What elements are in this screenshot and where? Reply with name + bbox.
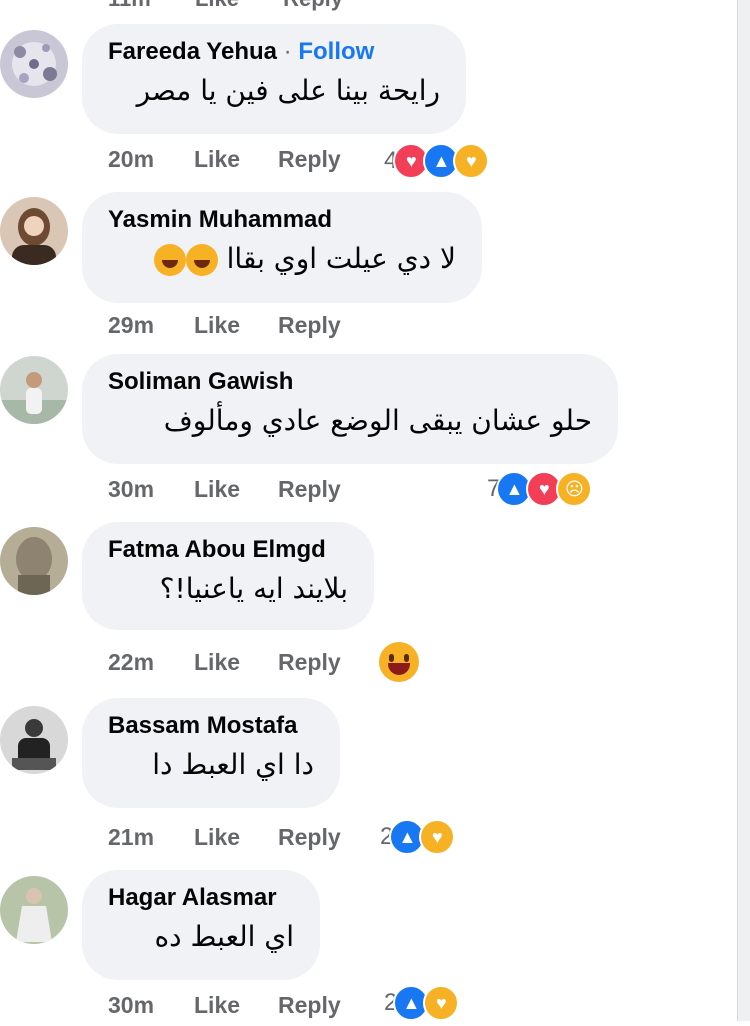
comment-author[interactable]: Bassam Mostafa — [108, 712, 297, 739]
reaction-summary[interactable]: 7 ▲ ♥ ☹ — [487, 470, 593, 508]
comment-author[interactable]: Fatma Abou Elmgd — [108, 536, 326, 563]
comment-bubble: Hagar Alasmar اي العبط ده — [82, 870, 320, 980]
comment-time[interactable]: 29m — [108, 312, 154, 339]
comment-text: بلايند ايه ياعنيا!؟ — [159, 572, 348, 605]
reply-link[interactable]: Reply — [278, 146, 341, 173]
comment-bubble: Fareeda Yehua · Follow رايحة بينا على في… — [82, 24, 466, 134]
comment-author[interactable]: Fareeda Yehua — [108, 38, 277, 65]
previous-comment-actions: 11m Like Reply — [108, 0, 381, 12]
comment-author[interactable]: Yasmin Muhammad — [108, 206, 332, 233]
avatar[interactable] — [0, 30, 68, 98]
separator: · — [283, 38, 292, 65]
like-link[interactable]: Like — [194, 824, 240, 851]
comment-text: دا اي العبط دا — [152, 748, 314, 781]
comment-time[interactable]: 20m — [108, 146, 154, 173]
laughing-emoji-icon — [153, 244, 186, 276]
like-link[interactable]: Like — [194, 146, 240, 173]
comment-bubble: Yasmin Muhammad لا دي عيلت اوي بقاا — [82, 192, 482, 303]
like-link[interactable]: Like — [194, 312, 240, 339]
comment-author[interactable]: Soliman Gawish — [108, 368, 293, 395]
reply-link[interactable]: Reply — [283, 0, 343, 11]
reply-link[interactable]: Reply — [278, 476, 341, 503]
care-icon: ♥ — [453, 143, 490, 179]
follow-button[interactable]: Follow — [298, 38, 374, 65]
comment-time[interactable]: 30m — [108, 992, 154, 1019]
reply-link[interactable]: Reply — [278, 992, 341, 1019]
comment-text: حلو عشان يبقى الوضع عادي ومألوف — [163, 404, 592, 437]
comment-bubble: Fatma Abou Elmgd بلايند ايه ياعنيا!؟ — [82, 522, 374, 630]
comment-text: رايحة بينا على فين يا مصر — [136, 74, 440, 107]
sad-icon: ☹ — [556, 471, 593, 507]
avatar[interactable] — [0, 706, 68, 774]
like-link[interactable]: Like — [195, 0, 239, 11]
grinning-emoji-icon — [379, 642, 419, 682]
comment-text-row: لا دي عيلت اوي بقاا — [108, 242, 456, 276]
comment-time: 11m — [108, 0, 151, 11]
comment-bubble: Soliman Gawish حلو عشان يبقى الوضع عادي … — [82, 354, 618, 464]
scrollbar-track[interactable] — [737, 0, 750, 1021]
comment-time[interactable]: 30m — [108, 476, 154, 503]
like-link[interactable]: Like — [194, 992, 240, 1019]
reaction-summary[interactable]: 2 ▲ ♥ — [380, 818, 456, 856]
reply-link[interactable]: Reply — [278, 649, 341, 676]
avatar[interactable] — [0, 527, 68, 595]
comment-author[interactable]: Hagar Alasmar — [108, 884, 277, 911]
care-icon: ♥ — [419, 819, 456, 855]
reaction-summary[interactable]: 2 ▲ ♥ — [384, 984, 460, 1022]
like-link[interactable]: Like — [194, 649, 240, 676]
care-icon: ♥ — [423, 985, 460, 1021]
reply-link[interactable]: Reply — [278, 312, 341, 339]
avatar[interactable] — [0, 876, 68, 944]
comment-time[interactable]: 22m — [108, 649, 154, 676]
reaction-summary[interactable]: 4 ♥ ▲ ♥ — [384, 142, 490, 180]
comment-bubble: Bassam Mostafa دا اي العبط دا — [82, 698, 340, 808]
comment-text: لا دي عيلت اوي بقاا — [226, 242, 456, 275]
like-link[interactable]: Like — [194, 476, 240, 503]
avatar[interactable] — [0, 197, 68, 265]
comment-time[interactable]: 21m — [108, 824, 154, 851]
avatar[interactable] — [0, 356, 68, 424]
laughing-emoji-icon — [185, 244, 218, 276]
reply-link[interactable]: Reply — [278, 824, 341, 851]
comment-text: اي العبط ده — [154, 920, 294, 953]
